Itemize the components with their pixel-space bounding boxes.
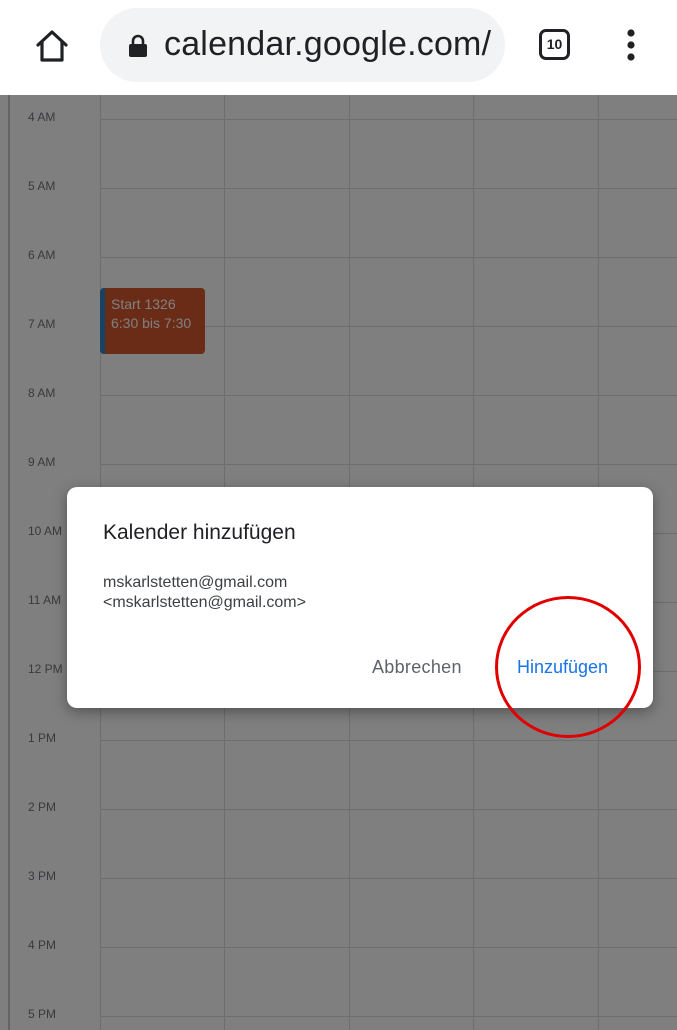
browser-toolbar: calendar.google.com/ 10 <box>0 0 677 95</box>
url-text: calendar.google.com/ <box>164 25 492 63</box>
dialog-calendar-id: mskarlstetten@gmail.com <box>103 574 288 591</box>
cancel-button[interactable]: Abbrechen <box>372 657 462 678</box>
tab-switcher-button[interactable]: 10 <box>539 29 570 60</box>
dialog-title: Kalender hinzufügen <box>103 521 296 544</box>
tab-count: 10 <box>546 36 563 52</box>
dialog-calendar-email: <mskarlstetten@gmail.com> <box>103 594 306 611</box>
url-bar[interactable]: calendar.google.com/ <box>100 8 505 82</box>
highlight-annotation-circle <box>495 596 641 738</box>
home-icon[interactable] <box>32 26 72 66</box>
more-options-icon[interactable] <box>616 25 646 65</box>
lock-icon <box>127 34 149 58</box>
